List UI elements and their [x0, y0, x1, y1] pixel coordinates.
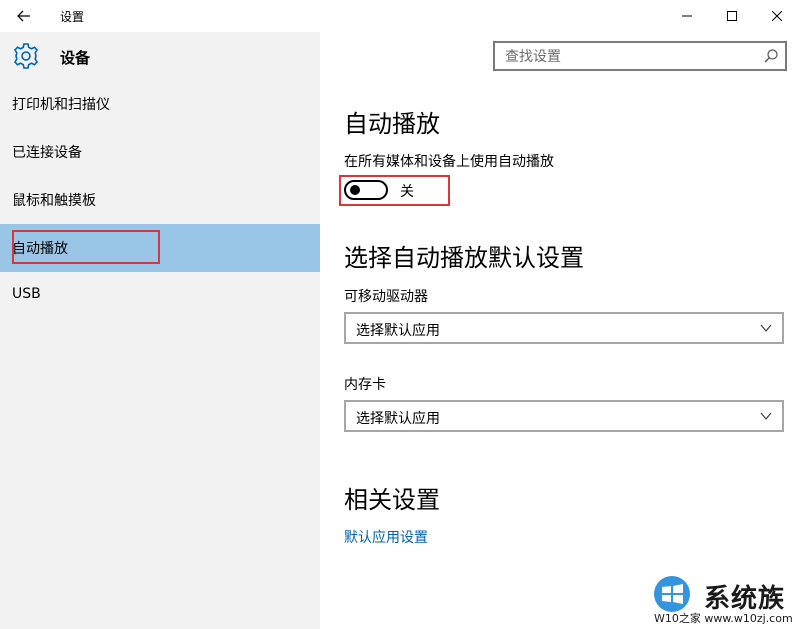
sidebar-header: 设备: [0, 32, 320, 80]
search-box[interactable]: [493, 41, 787, 71]
removable-drive-dropdown[interactable]: 选择默认应用: [344, 312, 784, 344]
watermark-url: W10之家 www.w10zj.com: [654, 612, 793, 625]
search-input[interactable]: [503, 46, 757, 68]
chevron-down-icon: [760, 324, 772, 332]
autoplay-heading: 自动播放: [344, 110, 440, 138]
autoplay-toggle[interactable]: [344, 180, 388, 200]
toggle-knob: [350, 185, 360, 195]
sidebar-item-label: USB: [12, 286, 41, 302]
close-button[interactable]: [754, 0, 800, 32]
maximize-button[interactable]: [709, 0, 755, 32]
window-title: 设置: [60, 10, 85, 24]
sidebar-item-label: 打印机和扫描仪: [12, 97, 110, 113]
memory-card-value: 选择默认应用: [356, 411, 440, 427]
chevron-down-icon: [760, 412, 772, 420]
title-bar: 设置: [0, 0, 800, 32]
removable-drive-value: 选择默认应用: [356, 323, 440, 339]
sidebar-item-label: 自动播放: [12, 241, 68, 257]
minimize-button[interactable]: [664, 0, 710, 32]
memory-card-label: 内存卡: [344, 377, 386, 393]
sidebar-item-autoplay[interactable]: 自动播放: [0, 224, 320, 272]
sidebar-item-label: 已连接设备: [12, 145, 82, 161]
related-settings-heading: 相关设置: [344, 486, 440, 514]
toggle-state-label: 关: [400, 184, 414, 200]
sidebar: 设备 打印机和扫描仪 已连接设备 鼠标和触摸板 自动播放 USB: [0, 32, 320, 629]
sidebar-item-mouse-touchpad[interactable]: 鼠标和触摸板: [0, 176, 320, 224]
sidebar-item-connected-devices[interactable]: 已连接设备: [0, 128, 320, 176]
defaults-heading: 选择自动播放默认设置: [344, 244, 584, 272]
windows-logo-icon: [654, 576, 690, 612]
page-title: 设备: [60, 49, 91, 67]
removable-drive-label: 可移动驱动器: [344, 289, 428, 305]
gear-icon: [14, 43, 38, 69]
search-icon[interactable]: [763, 48, 779, 64]
autoplay-description: 在所有媒体和设备上使用自动播放: [344, 154, 554, 170]
back-arrow-icon[interactable]: [8, 4, 40, 28]
sidebar-item-printers[interactable]: 打印机和扫描仪: [0, 80, 320, 128]
default-apps-link[interactable]: 默认应用设置: [344, 527, 428, 547]
watermark: 系统族 W10之家 www.w10zj.com: [648, 572, 800, 629]
memory-card-dropdown[interactable]: 选择默认应用: [344, 400, 784, 432]
sidebar-item-label: 鼠标和触摸板: [12, 193, 96, 209]
sidebar-item-usb[interactable]: USB: [0, 272, 320, 320]
